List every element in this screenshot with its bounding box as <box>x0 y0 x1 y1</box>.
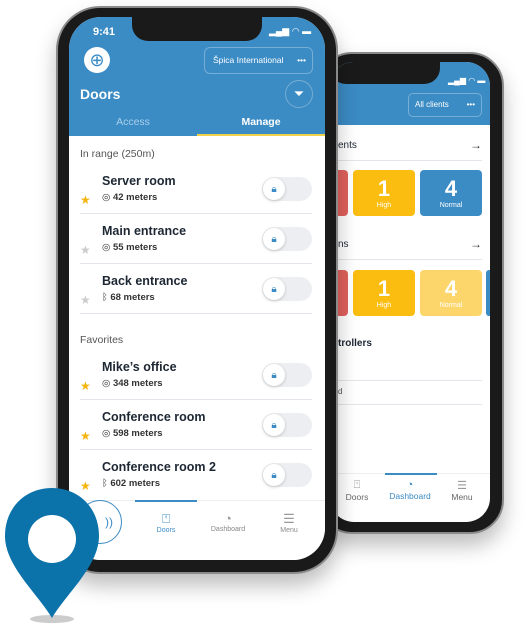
favorite-star-icon[interactable]: ★ <box>80 429 91 443</box>
door-distance: ◎ 42 meters <box>102 192 158 203</box>
location-icon: ◎ <box>102 378 111 389</box>
lock-toggle[interactable]: 🔒︎ <box>262 413 312 437</box>
app-logo: ⊕ <box>84 47 110 73</box>
favorite-star-icon[interactable]: ★ <box>80 193 91 207</box>
client-name: All clients <box>415 100 449 109</box>
section-title: ents <box>338 140 357 151</box>
arrow-right-icon[interactable]: → <box>470 237 482 251</box>
lock-icon: 🔒︎ <box>263 278 285 300</box>
menu-icon: ☰ <box>283 511 295 526</box>
nav-menu[interactable]: ☰ Menu <box>432 479 490 502</box>
lock-toggle[interactable]: 🔒︎ <box>262 227 312 251</box>
more-icon[interactable]: ••• <box>467 94 475 116</box>
dashboard-icon: ◔ <box>224 511 232 526</box>
nav-dashboard[interactable]: ◔ Dashboard <box>198 511 258 533</box>
door-name: Server room <box>102 174 176 188</box>
section-title: ns <box>338 239 349 250</box>
door-row[interactable]: ★ Server room ◎ 42 meters 🔒︎ <box>69 174 325 224</box>
location-icon: ◎ <box>102 192 111 203</box>
door-name: Mike’s office <box>102 360 177 374</box>
page-title: Doors <box>80 86 121 102</box>
door-row[interactable]: ★ Main entrance ◎ 55 meters 🔒︎ <box>69 224 325 274</box>
tile-high[interactable]: 1 High <box>353 270 415 316</box>
tab-indicator <box>197 134 325 136</box>
tile-normal[interactable]: 4 Normal <box>420 270 482 316</box>
nav-dashboard[interactable]: ◔ Dashboard <box>380 479 440 501</box>
location-icon: ◎ <box>102 242 111 253</box>
tab-access[interactable]: Access <box>69 116 197 128</box>
client-selector[interactable]: Špica International ••• <box>204 47 313 74</box>
door-distance: ᛒ 602 meters <box>102 478 160 489</box>
tab-manage[interactable]: Manage <box>197 116 325 128</box>
location-icon: ◎ <box>102 428 111 439</box>
favorites-header: Favorites <box>80 334 124 346</box>
favorite-star-icon[interactable]: ★ <box>80 243 91 257</box>
door-row[interactable]: ★ Mike’s office ◎ 348 meters 🔒︎ <box>69 360 325 410</box>
nav-doors[interactable]: ⍞ Doors <box>136 511 196 534</box>
door-distance: ◎ 55 meters <box>102 242 158 253</box>
lock-icon: 🔒︎ <box>263 178 285 200</box>
door-name: Main entrance <box>102 224 187 238</box>
nav-menu[interactable]: ☰ Menu <box>259 511 319 534</box>
door-name: Back entrance <box>102 274 188 288</box>
door-row[interactable]: ★ Back entrance ᛒ 68 meters 🔒︎ <box>69 274 325 324</box>
list-item[interactable]: d <box>338 387 342 396</box>
more-icon[interactable]: ••• <box>297 48 306 73</box>
dashboard-icon: ◔ <box>406 479 414 491</box>
status-icons: ▂▄▆ ◠ ▬ <box>448 76 486 85</box>
arrow-right-icon[interactable]: → <box>470 138 482 152</box>
favorite-star-icon[interactable]: ★ <box>80 379 91 393</box>
status-icons: ▂▄▆ ◠ ▬ <box>269 26 312 36</box>
favorite-star-icon[interactable]: ★ <box>80 293 91 307</box>
nav-indicator <box>135 500 197 502</box>
front-phone-screen: 9:41 ▂▄▆ ◠ ▬ ⊕ Špica International ••• D… <box>69 17 325 560</box>
lock-icon: 🔒︎ <box>263 364 285 386</box>
in-range-header: In range (250m) <box>80 148 155 160</box>
tile-extra <box>486 270 490 316</box>
lock-icon: 🔒︎ <box>263 228 285 250</box>
door-icon: ⍞ <box>162 511 170 526</box>
back-phone-screen: ▂▄▆ ◠ ▬ All clients ••• ents → 1 High 4 No… <box>330 62 490 522</box>
door-distance: ᛒ 68 meters <box>102 292 155 303</box>
alert-tile-normal[interactable]: 4 Normal <box>420 170 482 216</box>
lock-toggle[interactable]: 🔒︎ <box>262 463 312 487</box>
door-icon: ⍞ <box>353 479 361 491</box>
status-time: 9:41 <box>93 26 116 38</box>
section-title: trollers <box>338 338 372 349</box>
lock-icon: 🔒︎ <box>263 414 285 436</box>
alert-tile-high[interactable]: 1 High <box>353 170 415 216</box>
lock-toggle[interactable]: 🔒︎ <box>262 363 312 387</box>
bluetooth-icon: ᛒ <box>102 292 108 303</box>
client-selector[interactable]: All clients ••• <box>408 93 482 117</box>
location-pin-icon <box>5 488 99 623</box>
lock-icon: 🔒︎ <box>263 464 285 486</box>
nav-doors[interactable]: ⍞ Doors <box>330 479 387 502</box>
door-name: Conference room 2 <box>102 460 216 474</box>
lock-toggle[interactable]: 🔒︎ <box>262 277 312 301</box>
nfc-icon: )) <box>105 515 113 529</box>
filter-button[interactable]: ⏷ <box>285 80 313 108</box>
lock-toggle[interactable]: 🔒︎ <box>262 177 312 201</box>
client-name: Špica International <box>213 55 284 65</box>
nav-indicator <box>385 473 437 475</box>
door-row[interactable]: ★ Conference room ◎ 598 meters 🔒︎ <box>69 410 325 460</box>
door-distance: ◎ 598 meters <box>102 428 163 439</box>
door-distance: ◎ 348 meters <box>102 378 163 389</box>
door-name: Conference room <box>102 410 206 424</box>
filter-icon: ⏷ <box>293 86 305 101</box>
menu-icon: ☰ <box>457 480 467 492</box>
